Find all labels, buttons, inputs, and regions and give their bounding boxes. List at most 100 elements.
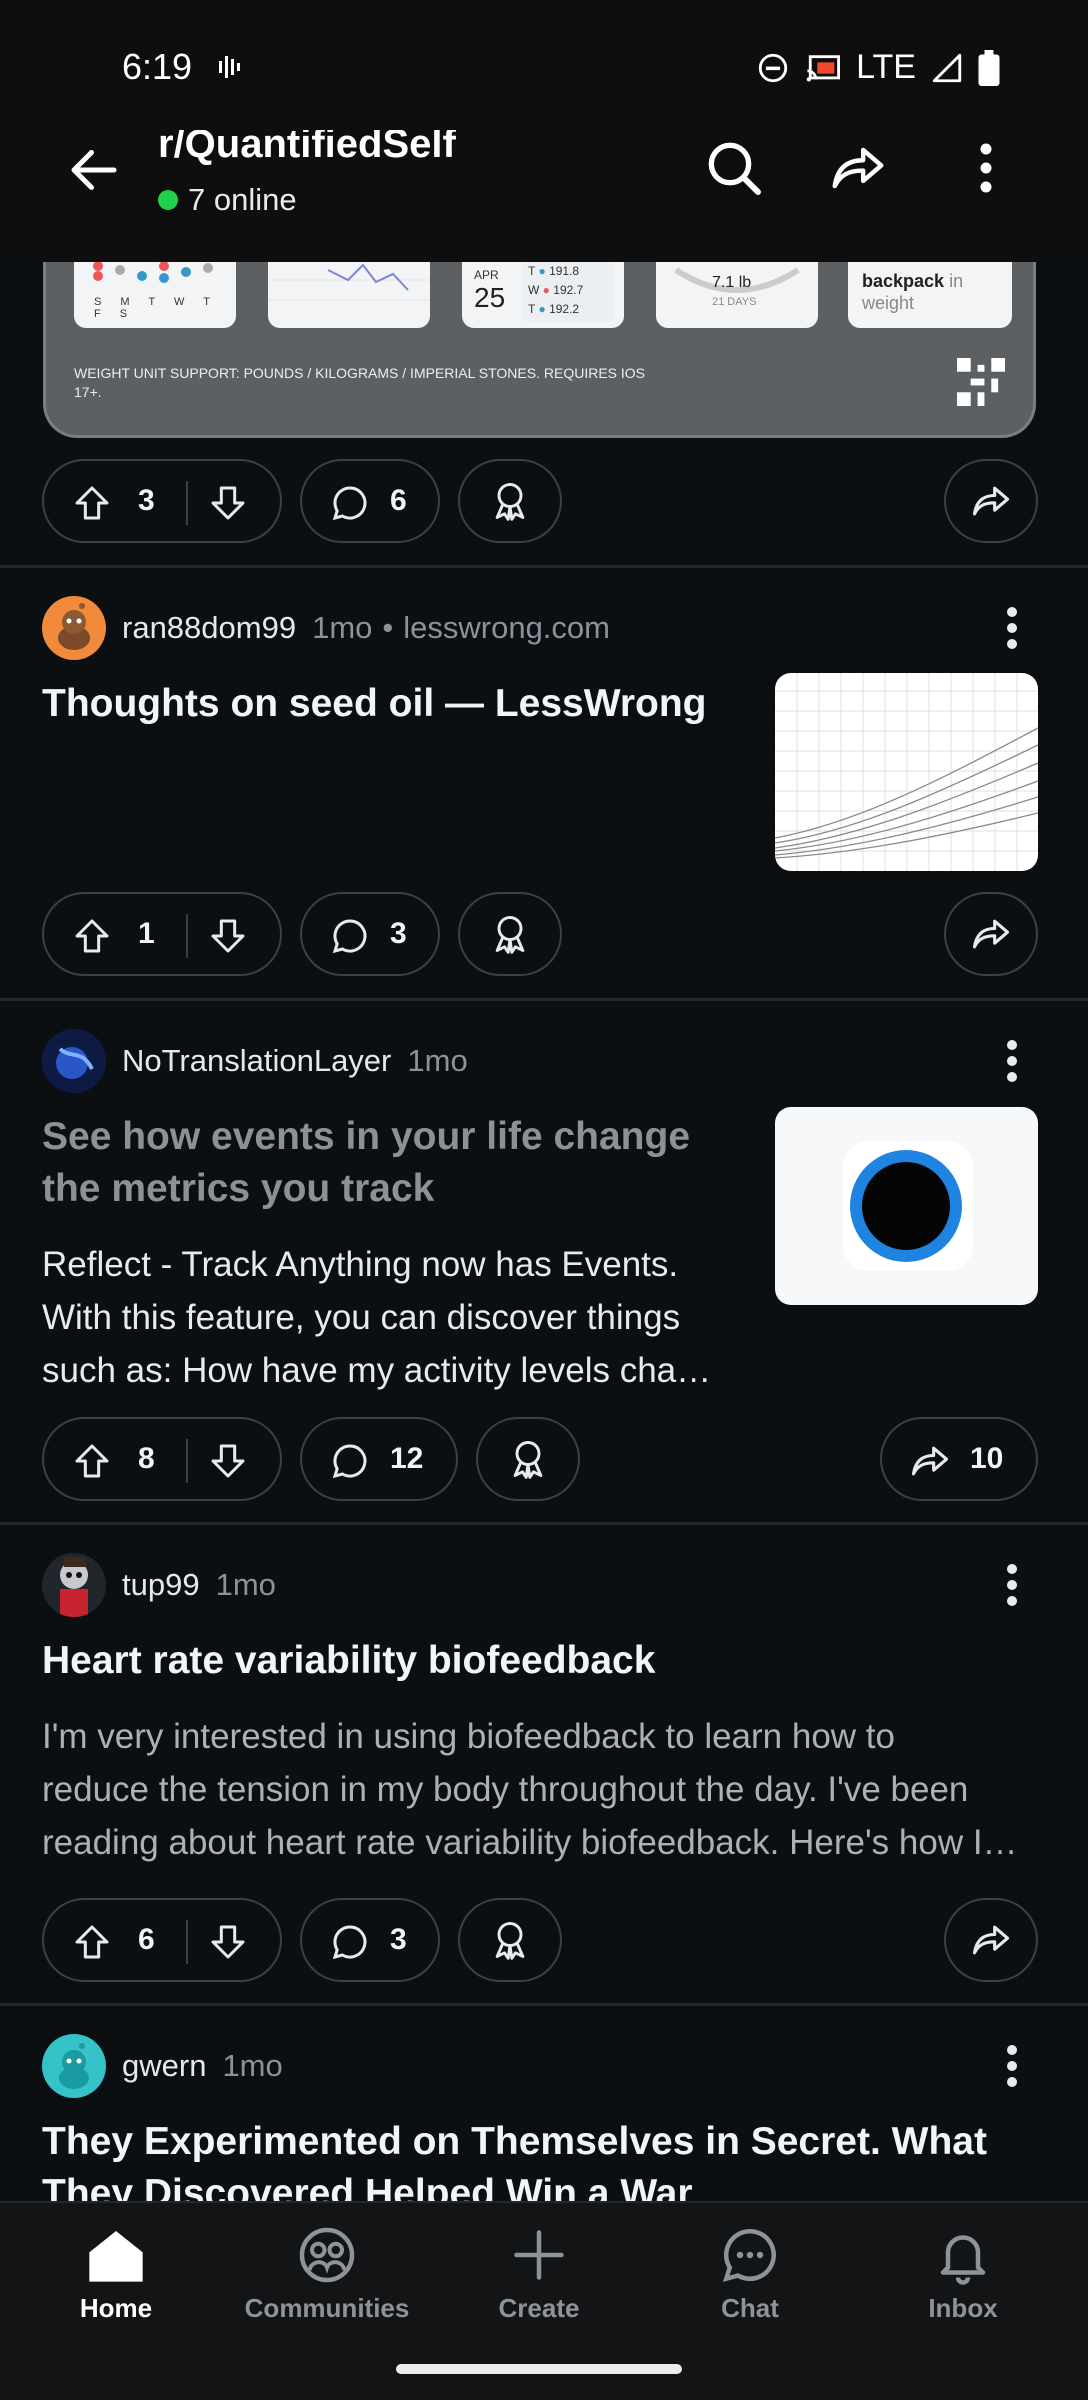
post-feed[interactable]: S M T W T F S APR 25 T ● 191.8 W ● 192.7… — [0, 0, 1088, 2400]
vibrate-icon — [219, 56, 240, 78]
post-title-line-2: the metrics you track — [42, 1167, 435, 1210]
vote-divider — [186, 1439, 188, 1483]
search-button[interactable] — [694, 128, 774, 208]
share-button[interactable] — [944, 892, 1038, 976]
author-name[interactable]: tup99 — [122, 1567, 200, 1603]
upvote-icon[interactable] — [72, 483, 112, 528]
weight-day-1: T — [528, 264, 536, 278]
post-domain[interactable]: lesswrong.com — [403, 610, 610, 646]
share-button[interactable]: 10 — [880, 1417, 1038, 1501]
share-button[interactable] — [944, 459, 1038, 543]
communities-icon — [299, 2227, 355, 2283]
status-time: 6:19 — [122, 46, 193, 87]
feed-divider — [0, 998, 1088, 1001]
backpack-text: backpack in weight — [862, 270, 963, 314]
back-button[interactable] — [56, 132, 132, 208]
award-button[interactable] — [458, 459, 562, 543]
weight-list: T ● 191.8 W ● 192.7 T ● 192.2 — [522, 262, 614, 322]
vote-divider — [186, 481, 188, 525]
kebab-menu-icon — [1007, 1040, 1017, 1082]
post-body-line-2: reduce the tension in my body throughout… — [42, 1770, 969, 1809]
share-button[interactable] — [944, 1898, 1038, 1982]
avatar[interactable] — [42, 1553, 106, 1617]
post-title[interactable]: Heart rate variability biofeedback — [42, 1635, 655, 1687]
kebab-menu-icon — [980, 143, 992, 193]
kebab-menu-icon — [1007, 607, 1017, 649]
post-meta: ran88dom99 1mo • lesswrong.com — [122, 610, 610, 646]
post-meta: tup99 1mo — [122, 1567, 276, 1603]
post-title[interactable]: See how events in your life change the m… — [42, 1111, 690, 1215]
comment-count: 6 — [390, 484, 407, 517]
nav-communities[interactable]: Communities — [245, 2225, 409, 2324]
overflow-menu-button[interactable] — [946, 128, 1026, 208]
battery-icon — [978, 49, 1000, 86]
post-title[interactable]: Thoughts on seed oil — LessWrong — [42, 678, 706, 730]
author-name[interactable]: gwern — [122, 2048, 206, 2084]
share-subreddit-button[interactable] — [818, 128, 898, 208]
reflect-app-logo-icon — [843, 1141, 973, 1271]
author-name[interactable]: NoTranslationLayer — [122, 1043, 391, 1079]
avatar[interactable] — [42, 2034, 106, 2098]
gesture-home-indicator[interactable] — [396, 2364, 682, 2374]
feed-divider — [0, 2003, 1088, 2006]
award-icon — [495, 483, 525, 521]
cartoon-avatar-icon — [60, 1557, 88, 1617]
comment-icon — [330, 1441, 370, 1486]
post-thumbnail[interactable] — [775, 673, 1038, 871]
more-options-button[interactable] — [990, 2034, 1034, 2098]
upvote-count: 6 — [138, 1923, 155, 1956]
comment-count: 3 — [390, 1923, 407, 1956]
qr-code-icon — [957, 358, 1005, 406]
mini-line-chart — [268, 263, 430, 301]
cast-icon — [806, 54, 841, 81]
nav-chat[interactable]: Chat — [670, 2225, 830, 2324]
more-options-button[interactable] — [990, 1029, 1034, 1093]
nav-inbox[interactable]: Inbox — [883, 2225, 1043, 2324]
upvote-icon[interactable] — [72, 1441, 112, 1486]
promo-thumb-date: APR 25 T ● 191.8 W ● 192.7 T ● 192.2 — [462, 260, 624, 328]
post-body-preview[interactable]: I'm very interested in using biofeedback… — [42, 1710, 1018, 1869]
share-count: 10 — [970, 1442, 1004, 1475]
author-name[interactable]: ran88dom99 — [122, 610, 296, 646]
downvote-icon[interactable] — [208, 1922, 248, 1967]
comment-icon — [330, 483, 370, 528]
gauge-graphic — [674, 267, 800, 293]
post-body-preview[interactable]: Reflect - Track Anything now has Events.… — [42, 1238, 711, 1397]
nav-create[interactable]: Create — [459, 2225, 619, 2324]
award-button[interactable] — [476, 1417, 580, 1501]
downvote-icon[interactable] — [208, 1441, 248, 1486]
downvote-icon[interactable] — [208, 916, 248, 961]
comments-button[interactable]: 3 — [300, 1898, 440, 1982]
online-count: 7 online — [188, 182, 297, 217]
vote-pill: 6 — [42, 1898, 282, 1982]
upvote-icon[interactable] — [72, 916, 112, 961]
post-title-line-1: They Experimented on Themselves in Secre… — [42, 2120, 987, 2163]
share-icon — [908, 1439, 952, 1488]
post-age: 1mo — [222, 2048, 283, 2083]
weight-2: 192.7 — [553, 283, 584, 297]
post-thumbnail[interactable] — [775, 1107, 1038, 1305]
nav-home[interactable]: Home — [36, 2225, 196, 2324]
weight-word: weight — [862, 293, 915, 313]
vote-divider — [186, 914, 188, 958]
comment-icon — [330, 916, 370, 961]
comments-button[interactable]: 12 — [300, 1417, 458, 1501]
award-icon — [495, 1922, 525, 1960]
feed-divider — [0, 1522, 1088, 1525]
gauge-value: 7.1 lb — [712, 274, 752, 291]
comments-button[interactable]: 3 — [300, 892, 440, 976]
upvote-icon[interactable] — [72, 1922, 112, 1967]
downvote-icon[interactable] — [208, 483, 248, 528]
comments-button[interactable]: 6 — [300, 459, 440, 543]
more-options-button[interactable] — [990, 596, 1034, 660]
comment-count: 3 — [390, 917, 407, 950]
post-meta: NoTranslationLayer 1mo — [122, 1043, 468, 1079]
avatar[interactable] — [42, 596, 106, 660]
comment-icon — [330, 1922, 370, 1967]
snoo-avatar-icon — [59, 2043, 89, 2089]
more-options-button[interactable] — [990, 1553, 1034, 1617]
promo-footnote: WEIGHT UNIT SUPPORT: POUNDS / KILOGRAMS … — [74, 365, 645, 400]
avatar[interactable] — [42, 1029, 106, 1093]
award-button[interactable] — [458, 1898, 562, 1982]
award-button[interactable] — [458, 892, 562, 976]
